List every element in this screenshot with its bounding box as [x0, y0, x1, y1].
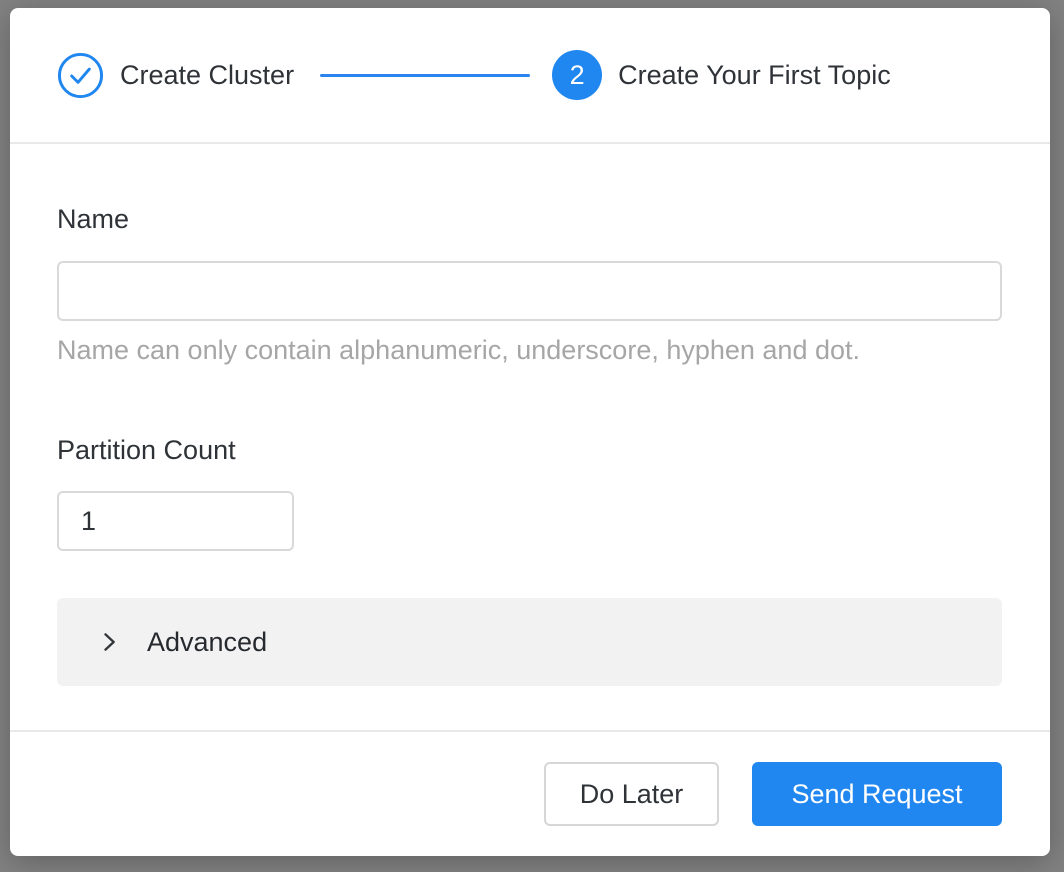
step-label-create-topic: Create Your First Topic	[618, 60, 891, 91]
advanced-toggle[interactable]: Advanced	[57, 598, 1002, 686]
create-first-topic-modal: Create Cluster 2 Create Your First Topic…	[10, 8, 1050, 856]
check-icon	[57, 52, 104, 99]
topic-form: Name Name can only contain alphanumeric,…	[10, 144, 1050, 730]
advanced-label: Advanced	[147, 627, 267, 658]
modal-header: Create Cluster 2 Create Your First Topic	[10, 8, 1050, 144]
step-label-create-cluster: Create Cluster	[120, 60, 294, 91]
name-label: Name	[57, 203, 1002, 235]
chevron-right-icon	[95, 628, 123, 656]
do-later-button[interactable]: Do Later	[544, 762, 719, 826]
stepper-step-create-cluster: Create Cluster	[57, 52, 294, 99]
modal-backdrop: Create Cluster 2 Create Your First Topic…	[0, 0, 1064, 872]
modal-footer: Do Later Send Request	[10, 730, 1050, 856]
step-number-badge: 2	[552, 50, 602, 100]
name-helper-text: Name can only contain alphanumeric, unde…	[57, 334, 1002, 366]
name-input[interactable]	[57, 261, 1002, 321]
send-request-button[interactable]: Send Request	[752, 762, 1002, 826]
partition-count-label: Partition Count	[57, 434, 1002, 466]
stepper-connector-line	[320, 74, 530, 77]
stepper: Create Cluster 2 Create Your First Topic	[57, 50, 1002, 100]
stepper-step-create-topic: 2 Create Your First Topic	[552, 50, 891, 100]
partition-count-input[interactable]	[57, 491, 294, 551]
